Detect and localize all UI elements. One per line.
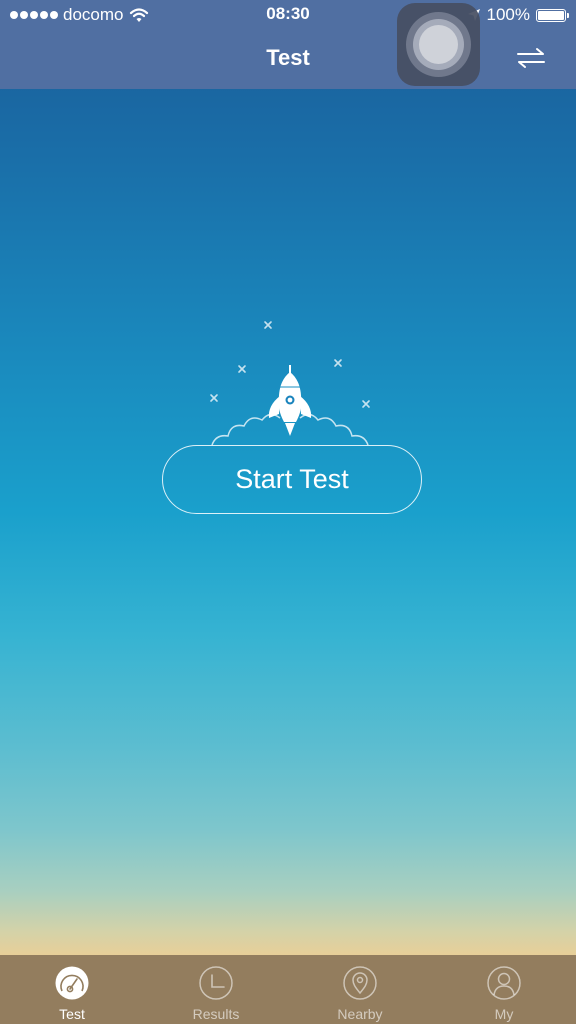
tab-bar: Test Results Nearby My: [0, 955, 576, 1024]
status-right: 100%: [467, 5, 569, 25]
rocket-icon: [210, 321, 370, 446]
map-pin-icon: [343, 966, 377, 1000]
tab-results[interactable]: Results: [144, 955, 288, 1024]
battery-percent: 100%: [486, 5, 530, 24]
header: docomo 08:30 100% Test: [0, 0, 576, 89]
app-screen: docomo 08:30 100% Test Start Test Test R…: [0, 0, 576, 1024]
tab-my-label: My: [494, 1006, 514, 1022]
page-title: Test: [266, 45, 310, 70]
tab-test-label: Test: [59, 1006, 85, 1022]
user-icon: [487, 966, 521, 1000]
tab-nearby[interactable]: Nearby: [288, 955, 432, 1024]
tab-test[interactable]: Test: [0, 955, 144, 1024]
clock-icon: [199, 966, 233, 1000]
swap-arrows-icon: [517, 48, 545, 68]
assistive-touch-button[interactable]: [397, 3, 480, 86]
tab-my[interactable]: My: [432, 955, 576, 1024]
speedometer-icon: [55, 966, 89, 1000]
tab-results-label: Results: [192, 1006, 240, 1022]
swap-button[interactable]: [516, 46, 546, 70]
battery-icon: [536, 8, 569, 22]
start-test-button[interactable]: Start Test: [162, 445, 422, 514]
tab-nearby-label: Nearby: [337, 1006, 383, 1022]
